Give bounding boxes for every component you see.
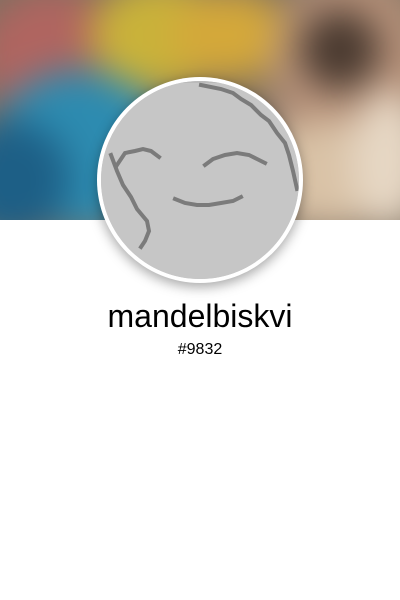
avatar-frame[interactable] [97, 77, 303, 283]
avatar[interactable] [101, 81, 299, 279]
user-discriminator: #9832 [177, 341, 223, 358]
smiling-face-drawing-icon [101, 81, 299, 279]
username: mandelbiskvi [107, 298, 293, 334]
profile-card: mandelbiskvi #9832 [0, 0, 400, 600]
